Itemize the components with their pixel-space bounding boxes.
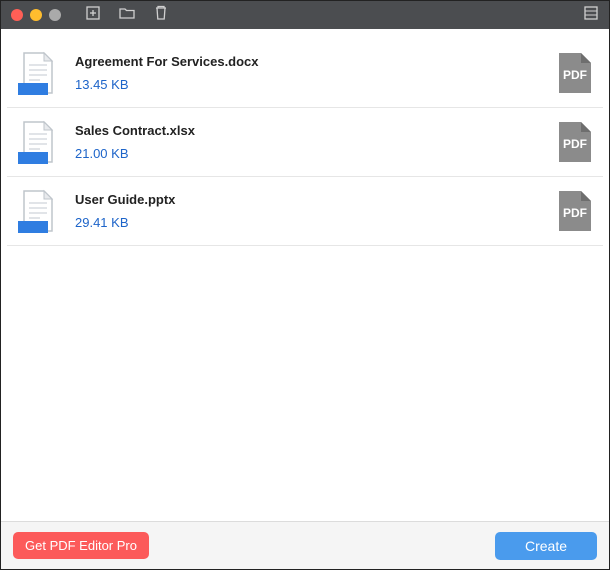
file-list: Agreement For Services.docx 13.45 KB PDF…	[1, 29, 609, 521]
file-name: Agreement For Services.docx	[75, 54, 545, 69]
titlebar	[1, 1, 609, 29]
file-size: 29.41 KB	[75, 215, 545, 230]
file-size: 13.45 KB	[75, 77, 545, 92]
minimize-button[interactable]	[30, 9, 42, 21]
close-button[interactable]	[11, 9, 23, 21]
add-file-icon[interactable]	[85, 5, 101, 26]
document-icon	[20, 51, 56, 95]
svg-text:PDF: PDF	[563, 68, 587, 82]
document-icon	[20, 189, 56, 233]
footer: Get PDF Editor Pro Create	[1, 521, 609, 569]
create-button[interactable]: Create	[495, 532, 597, 560]
file-row[interactable]: User Guide.pptx 29.41 KB PDF	[7, 177, 603, 246]
svg-text:PDF: PDF	[563, 206, 587, 220]
toolbar	[85, 5, 169, 26]
file-size: 21.00 KB	[75, 146, 545, 161]
file-name: User Guide.pptx	[75, 192, 545, 207]
pdf-output-icon: PDF	[557, 189, 593, 233]
svg-text:PDF: PDF	[563, 137, 587, 151]
get-pro-button[interactable]: Get PDF Editor Pro	[13, 532, 149, 559]
document-icon	[20, 120, 56, 164]
trash-icon[interactable]	[153, 5, 169, 26]
maximize-button[interactable]	[49, 9, 61, 21]
file-row[interactable]: Sales Contract.xlsx 21.00 KB PDF	[7, 108, 603, 177]
window-controls	[11, 9, 61, 21]
file-name: Sales Contract.xlsx	[75, 123, 545, 138]
pdf-output-icon: PDF	[557, 51, 593, 95]
app-window: Agreement For Services.docx 13.45 KB PDF…	[0, 0, 610, 570]
file-row[interactable]: Agreement For Services.docx 13.45 KB PDF	[7, 39, 603, 108]
list-view-icon[interactable]	[583, 5, 599, 26]
folder-icon[interactable]	[119, 5, 135, 26]
pdf-output-icon: PDF	[557, 120, 593, 164]
